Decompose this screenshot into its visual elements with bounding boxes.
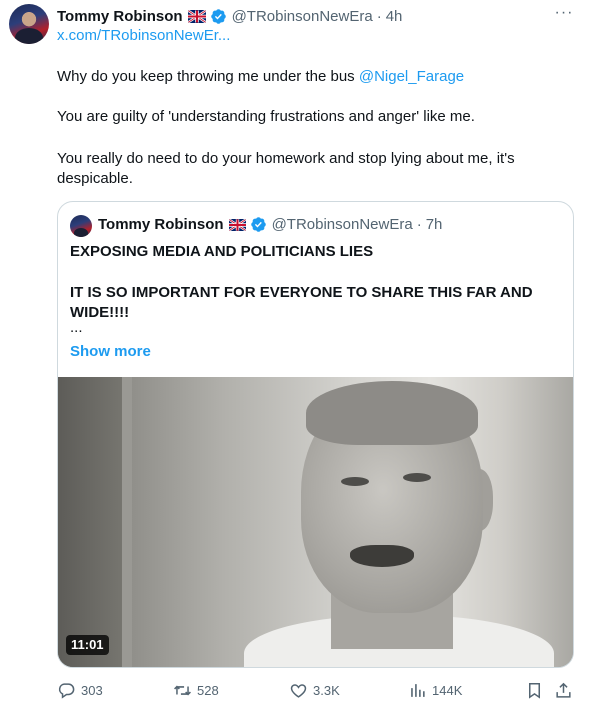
share-icon	[556, 682, 571, 698]
profile-link[interactable]: x.com/TRobinsonNewEr...	[57, 27, 230, 44]
reply-button[interactable]: 303	[57, 678, 103, 702]
author-name[interactable]: Tommy Robinson	[57, 8, 183, 25]
video-background-door	[58, 377, 122, 667]
heart-icon	[290, 683, 307, 698]
reply-icon	[58, 682, 75, 699]
video-person-mouth	[350, 545, 414, 567]
quote-text-line-1: EXPOSING MEDIA AND POLITICIANS LIES	[70, 243, 374, 260]
bookmark-button[interactable]	[525, 678, 544, 702]
separator-dot: ·	[416, 216, 422, 233]
uk-flag-icon	[228, 218, 246, 231]
quote-timestamp[interactable]: 7h	[426, 216, 443, 233]
quote-text-line-2: IT IS SO IMPORTANT FOR EVERYONE TO SHARE…	[70, 284, 533, 321]
video-duration-badge: 11:01	[66, 635, 109, 655]
repost-count: 528	[197, 682, 219, 698]
reply-count: 303	[81, 682, 103, 698]
repost-button[interactable]: 528	[173, 678, 219, 702]
quote-author-name[interactable]: Tommy Robinson	[98, 216, 224, 233]
quote-header: Tommy Robinson @TRobinsonNewEra · 7h	[98, 216, 442, 233]
uk-flag-icon	[187, 9, 206, 23]
author-handle[interactable]: @TRobinsonNewEra	[232, 8, 373, 25]
views-icon	[411, 683, 425, 697]
quote-avatar[interactable]	[70, 215, 92, 237]
video-person-eye	[341, 477, 369, 486]
verified-badge-icon	[250, 216, 267, 233]
tweet-text: Why do you keep throwing me under the bu…	[57, 68, 359, 85]
video-player[interactable]: 11:01	[58, 377, 573, 667]
verified-badge-icon	[210, 8, 227, 25]
show-more-link[interactable]: Show more	[70, 343, 151, 360]
share-button[interactable]	[554, 678, 573, 702]
view-count: 144K	[432, 682, 463, 698]
more-icon[interactable]: ···	[553, 5, 575, 24]
repost-icon	[174, 684, 191, 696]
tweet-text-paragraph-2: You are guilty of 'understanding frustra…	[57, 108, 475, 125]
quote-text-ellipsis: ...	[70, 319, 83, 336]
tweet-text-paragraph-1: Why do you keep throwing me under the bu…	[57, 67, 567, 87]
bookmark-icon	[528, 682, 541, 699]
video-background-frame	[122, 377, 132, 667]
avatar[interactable]	[9, 4, 49, 44]
like-count: 3.3K	[313, 682, 340, 698]
quoted-tweet[interactable]: Tommy Robinson @TRobinsonNewEra · 7h EXP…	[57, 201, 574, 668]
video-person-eye	[403, 473, 431, 482]
tweet: Tommy Robinson @TRobinsonNewEra · 4h ···…	[0, 0, 593, 711]
tweet-header: Tommy Robinson @TRobinsonNewEra · 4h	[57, 6, 402, 26]
action-bar: 303 528 3.3K 144K	[57, 678, 577, 702]
timestamp[interactable]: 4h	[386, 8, 403, 25]
separator-dot: ·	[376, 7, 382, 25]
like-button[interactable]: 3.3K	[289, 678, 340, 702]
views-button[interactable]: 144K	[408, 678, 462, 702]
tweet-text-paragraph-3: You really do need to do your homework a…	[57, 150, 515, 187]
quote-author-handle[interactable]: @TRobinsonNewEra	[272, 216, 413, 233]
mention-link[interactable]: @Nigel_Farage	[359, 68, 464, 85]
video-person-hair	[306, 381, 478, 445]
